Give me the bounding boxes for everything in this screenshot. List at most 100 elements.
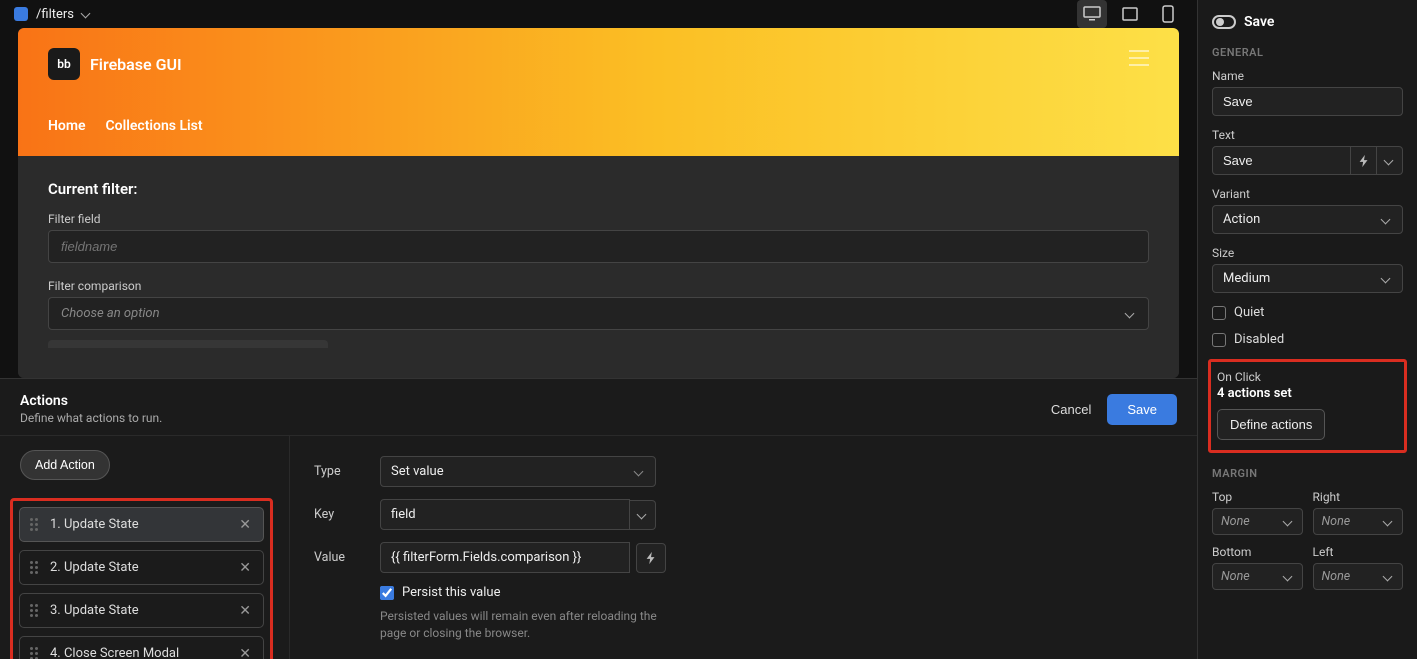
drag-handle-icon[interactable] [30, 647, 40, 659]
margin-top-value: None [1221, 514, 1250, 529]
disabled-label: Disabled [1234, 332, 1284, 347]
chevron-down-icon [1284, 572, 1294, 582]
chevron-down-icon[interactable] [82, 9, 92, 19]
action-item[interactable]: 3. Update State ✕ [19, 593, 264, 628]
variant-label: Variant [1212, 187, 1403, 201]
prop-key-dropdown-button[interactable] [630, 500, 656, 530]
filter-field-input[interactable] [48, 230, 1149, 263]
add-action-button[interactable]: Add Action [20, 450, 110, 480]
onclick-label: On Click [1217, 370, 1398, 384]
preview-canvas: bb Firebase GUI Home Collections List Cu… [18, 28, 1179, 378]
chevron-down-icon [1385, 156, 1395, 166]
device-tablet-button[interactable] [1115, 0, 1145, 28]
filter-comparison-select[interactable]: Choose an option [48, 297, 1149, 330]
variant-select[interactable]: Action [1212, 205, 1403, 234]
persist-checkbox[interactable] [380, 586, 394, 600]
actions-panel: Actions Define what actions to run. Canc… [0, 378, 1197, 659]
margin-top-select[interactable]: None [1212, 508, 1303, 535]
text-input[interactable] [1212, 146, 1351, 175]
prop-value-binding-button[interactable] [636, 543, 666, 573]
bolt-icon [644, 551, 658, 565]
action-item-label: 4. Close Screen Modal [50, 646, 237, 659]
name-input[interactable] [1212, 87, 1403, 116]
persist-label: Persist this value [402, 585, 500, 600]
action-item-label: 2. Update State [50, 560, 237, 575]
collapsed-section-stub [48, 340, 328, 348]
device-desktop-button[interactable] [1077, 0, 1107, 28]
section-margin: MARGIN [1212, 467, 1403, 480]
chevron-down-icon [1382, 215, 1392, 225]
drag-handle-icon[interactable] [30, 604, 40, 617]
filter-comparison-placeholder: Choose an option [61, 306, 160, 321]
actions-subtitle: Define what actions to run. [20, 411, 1035, 425]
margin-left-value: None [1322, 569, 1351, 584]
quiet-checkbox[interactable] [1212, 306, 1226, 320]
prop-value-label: Value [314, 550, 380, 565]
prop-key-value: field [391, 507, 416, 522]
action-item[interactable]: 2. Update State ✕ [19, 550, 264, 585]
text-label: Text [1212, 128, 1403, 142]
menu-icon[interactable] [1129, 50, 1149, 66]
name-label: Name [1212, 69, 1403, 83]
disabled-checkbox[interactable] [1212, 333, 1226, 347]
current-filter-heading: Current filter: [48, 180, 1149, 198]
actions-title: Actions [20, 393, 1035, 409]
remove-action-icon[interactable]: ✕ [237, 518, 253, 532]
preview-header: bb Firebase GUI Home Collections List [18, 28, 1179, 156]
prop-value-input[interactable]: {{ filterForm.Fields.comparison }} [380, 542, 630, 573]
action-item[interactable]: 4. Close Screen Modal ✕ [19, 636, 264, 659]
inspector-panel: Save GENERAL Name Text Variant Action [1197, 0, 1417, 659]
filter-comparison-label: Filter comparison [48, 279, 1149, 293]
margin-right-select[interactable]: None [1313, 508, 1404, 535]
margin-left-label: Left [1313, 545, 1404, 559]
remove-action-icon[interactable]: ✕ [237, 604, 253, 618]
remove-action-icon[interactable]: ✕ [237, 647, 253, 659]
prop-key-label: Key [314, 507, 380, 522]
margin-right-value: None [1322, 514, 1351, 529]
quiet-label: Quiet [1234, 305, 1264, 320]
device-mobile-button[interactable] [1153, 0, 1183, 28]
chevron-down-icon [638, 510, 648, 520]
drag-handle-icon[interactable] [30, 518, 40, 531]
margin-right-label: Right [1313, 490, 1404, 504]
margin-top-label: Top [1212, 490, 1303, 504]
persist-description: Persisted values will remain even after … [380, 608, 680, 642]
size-select[interactable]: Medium [1212, 264, 1403, 293]
nav-home[interactable]: Home [48, 118, 86, 134]
size-label: Size [1212, 246, 1403, 260]
topbar: /filters [0, 0, 1197, 28]
page-color-swatch [14, 7, 28, 21]
chevron-down-icon [1126, 309, 1136, 319]
text-binding-button[interactable] [1351, 146, 1377, 175]
action-item[interactable]: 1. Update State ✕ [19, 507, 264, 542]
action-list-highlight: 1. Update State ✕ 2. Update State ✕ 3. U… [10, 498, 273, 659]
save-button[interactable]: Save [1107, 394, 1177, 425]
chevron-down-icon [1384, 517, 1394, 527]
chevron-down-icon [635, 467, 645, 477]
brand-logo: bb [48, 48, 80, 80]
margin-bottom-label: Bottom [1212, 545, 1303, 559]
drag-handle-icon[interactable] [30, 561, 40, 574]
size-value: Medium [1223, 271, 1270, 286]
onclick-highlight: On Click 4 actions set Define actions [1208, 359, 1407, 453]
filter-field-label: Filter field [48, 212, 1149, 226]
button-component-icon [1212, 15, 1236, 29]
remove-action-icon[interactable]: ✕ [237, 561, 253, 575]
margin-bottom-select[interactable]: None [1212, 563, 1303, 590]
variant-value: Action [1223, 212, 1260, 227]
prop-key-select[interactable]: field [380, 499, 630, 530]
margin-left-select[interactable]: None [1313, 563, 1404, 590]
prop-type-select[interactable]: Set value [380, 456, 656, 487]
action-item-label: 1. Update State [50, 517, 237, 532]
chevron-down-icon [1384, 572, 1394, 582]
text-dropdown-button[interactable] [1377, 146, 1403, 175]
breadcrumb[interactable]: /filters [36, 7, 74, 22]
nav-collections-list[interactable]: Collections List [106, 118, 203, 134]
prop-type-label: Type [314, 464, 380, 479]
define-actions-button[interactable]: Define actions [1217, 409, 1325, 440]
inspector-component-name: Save [1244, 14, 1274, 30]
bolt-icon [1357, 154, 1371, 168]
cancel-button[interactable]: Cancel [1035, 394, 1107, 425]
chevron-down-icon [1284, 517, 1294, 527]
prop-type-value: Set value [391, 464, 444, 479]
